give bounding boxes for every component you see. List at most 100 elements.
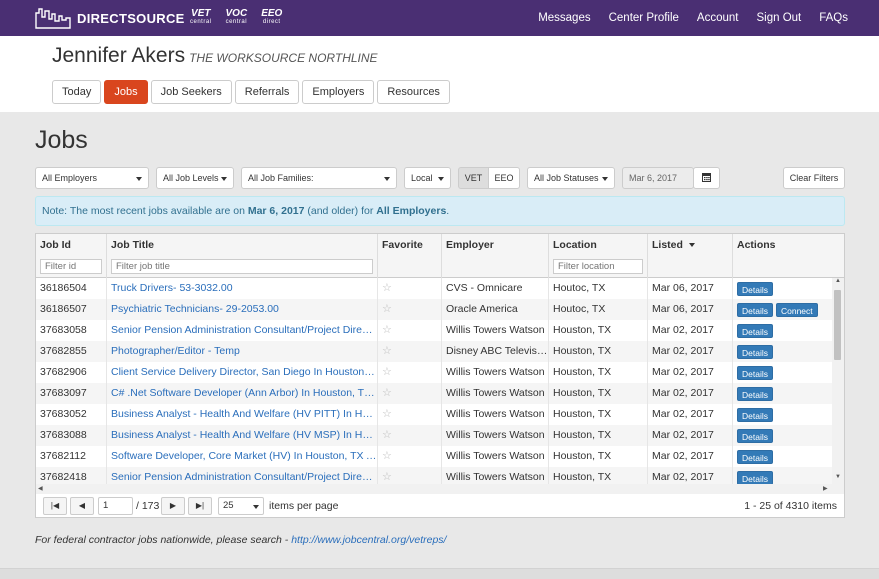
job-title-link[interactable]: C# .Net Software Developer (Ann Arbor) I… [107, 383, 378, 404]
tab-jobs[interactable]: Jobs [104, 80, 148, 104]
favorite-star-icon[interactable]: ☆ [378, 425, 442, 446]
vet-logo[interactable]: VET central [190, 9, 212, 27]
col-header-employer[interactable]: Employer [442, 234, 549, 278]
directsource-logo[interactable]: DIRECTSOURCE [35, 6, 185, 30]
footer-note: For federal contractor jobs nationwide, … [35, 534, 446, 546]
col-employer-label: Employer [446, 239, 494, 251]
row-actions: Details [733, 425, 832, 446]
tab-employers[interactable]: Employers [302, 80, 375, 104]
job-title-filter-input[interactable] [111, 259, 373, 274]
col-favorite-label: Favorite [382, 239, 423, 251]
eeo-logo[interactable]: EEO direct [261, 9, 282, 27]
favorite-star-icon[interactable]: ☆ [378, 341, 442, 362]
job-level-filter-select[interactable]: All Job Levels [156, 167, 234, 189]
items-per-page-select[interactable]: 25 [218, 497, 264, 515]
tab-today[interactable]: Today [52, 80, 102, 104]
col-header-favorite[interactable]: Favorite [378, 234, 442, 278]
first-page-button[interactable]: |◀ [43, 497, 67, 515]
job-title-link[interactable]: Psychiatric Technicians- 29-2053.00 [107, 299, 378, 320]
job-title-link[interactable]: Senior Pension Administration Consultant… [107, 467, 378, 484]
nav-link-sign-out[interactable]: Sign Out [756, 12, 801, 24]
eeo-toggle-button[interactable]: EEO [488, 167, 520, 189]
tab-job-seekers[interactable]: Job Seekers [150, 80, 232, 104]
favorite-star-icon[interactable]: ☆ [378, 320, 442, 341]
col-header-listed[interactable]: Listed [648, 234, 733, 278]
job-title-link[interactable]: Software Developer, Core Market (HV) In … [107, 446, 378, 467]
vet-toggle-button[interactable]: VET [458, 167, 489, 189]
nav-link-center-profile[interactable]: Center Profile [609, 12, 679, 24]
next-page-button[interactable]: ▶ [161, 497, 185, 515]
details-button[interactable]: Details [737, 366, 773, 380]
nav-link-account[interactable]: Account [697, 12, 739, 24]
job-title-link[interactable]: Business Analyst - Health And Welfare (H… [107, 404, 378, 425]
details-button[interactable]: Details [737, 345, 773, 359]
job-title-link[interactable]: Senior Pension Administration Consultant… [107, 320, 378, 341]
cell-location: Houtoc, TX [549, 299, 648, 320]
cell-id: 36186507 [36, 299, 107, 320]
job-status-filter-select[interactable]: All Job Statuses [527, 167, 615, 189]
user-org: THE WORKSOURCE NORTHLINE [189, 51, 378, 65]
date-filter-input[interactable]: Mar 6, 2017 [622, 167, 694, 189]
nav-link-messages[interactable]: Messages [538, 12, 590, 24]
scroll-down-icon[interactable]: ▼ [835, 474, 841, 480]
col-header-job-title[interactable]: Job Title [107, 234, 378, 278]
details-button[interactable]: Details [737, 282, 773, 296]
favorite-star-icon[interactable]: ☆ [378, 299, 442, 320]
row-actions: Details [733, 278, 832, 299]
job-status-filter-value: All Job Statuses [534, 173, 599, 183]
cell-employer: Willis Towers Watson [442, 383, 549, 404]
user-heading: Jennifer Akers THE WORKSOURCE NORTHLINE [52, 44, 378, 68]
details-button[interactable]: Details [737, 429, 773, 443]
tab-referrals[interactable]: Referrals [234, 80, 300, 104]
details-button[interactable]: Details [737, 303, 773, 317]
favorite-star-icon[interactable]: ☆ [378, 278, 442, 299]
jobcentral-link[interactable]: http://www.jobcentral.org/vetreps/ [291, 534, 446, 546]
job-id-filter-input[interactable] [40, 259, 102, 274]
cell-listed: Mar 02, 2017 [648, 425, 733, 446]
scroll-left-icon[interactable]: ◀ [38, 485, 43, 492]
job-title-link[interactable]: Truck Drivers- 53-3032.00 [107, 278, 378, 299]
col-header-job-id[interactable]: Job Id [36, 234, 107, 278]
favorite-star-icon[interactable]: ☆ [378, 446, 442, 467]
calendar-button[interactable] [693, 167, 720, 189]
job-family-filter-select[interactable]: All Job Families: [241, 167, 397, 189]
details-button[interactable]: Details [737, 408, 773, 422]
next-page-icon: ▶ [169, 501, 177, 510]
prev-page-button[interactable]: ◀ [70, 497, 94, 515]
details-button[interactable]: Details [737, 471, 773, 484]
location-filter-input[interactable] [553, 259, 643, 274]
job-title-link[interactable]: Photographer/Editor - Temp [107, 341, 378, 362]
vertical-scrollbar[interactable]: ▲ ▼ [832, 278, 844, 484]
tab-resources[interactable]: Resources [377, 80, 450, 104]
favorite-star-icon[interactable]: ☆ [378, 383, 442, 404]
favorite-star-icon[interactable]: ☆ [378, 362, 442, 383]
cell-location: Houston, TX [549, 467, 648, 484]
connect-button[interactable]: Connect [775, 303, 818, 317]
favorite-star-icon[interactable]: ☆ [378, 404, 442, 425]
clear-filters-button[interactable]: Clear Filters [783, 167, 845, 189]
page-bottom-band [0, 568, 879, 579]
brand-name: DIRECTSOURCE [77, 10, 185, 26]
details-button[interactable]: Details [737, 324, 773, 338]
details-button[interactable]: Details [737, 387, 773, 401]
details-button[interactable]: Details [737, 450, 773, 464]
job-title-link[interactable]: Business Analyst - Health And Welfare (H… [107, 425, 378, 446]
cell-location: Houston, TX [549, 320, 648, 341]
favorite-star-icon[interactable]: ☆ [378, 467, 442, 484]
employer-filter-select[interactable]: All Employers [35, 167, 149, 189]
page-number-input[interactable]: 1 [98, 497, 133, 515]
chevron-down-icon [136, 177, 142, 181]
voc-logo[interactable]: VOC central [226, 9, 248, 27]
horizontal-scrollbar[interactable]: ◀ ▶ [36, 484, 844, 494]
col-header-location[interactable]: Location [549, 234, 648, 278]
scroll-right-icon[interactable]: ▶ [823, 485, 828, 492]
scroll-thumb[interactable] [834, 290, 841, 360]
cell-listed: Mar 02, 2017 [648, 320, 733, 341]
local-filter-select[interactable]: Local [404, 167, 451, 189]
nav-link-faqs[interactable]: FAQs [819, 12, 848, 24]
table-row: 37682418 Senior Pension Administration Co… [36, 467, 832, 484]
last-page-button[interactable]: ▶| [188, 497, 212, 515]
job-title-link[interactable]: Client Service Delivery Director, San Di… [107, 362, 378, 383]
partner-sub: direct [262, 19, 281, 25]
scroll-up-icon[interactable]: ▲ [835, 278, 841, 284]
